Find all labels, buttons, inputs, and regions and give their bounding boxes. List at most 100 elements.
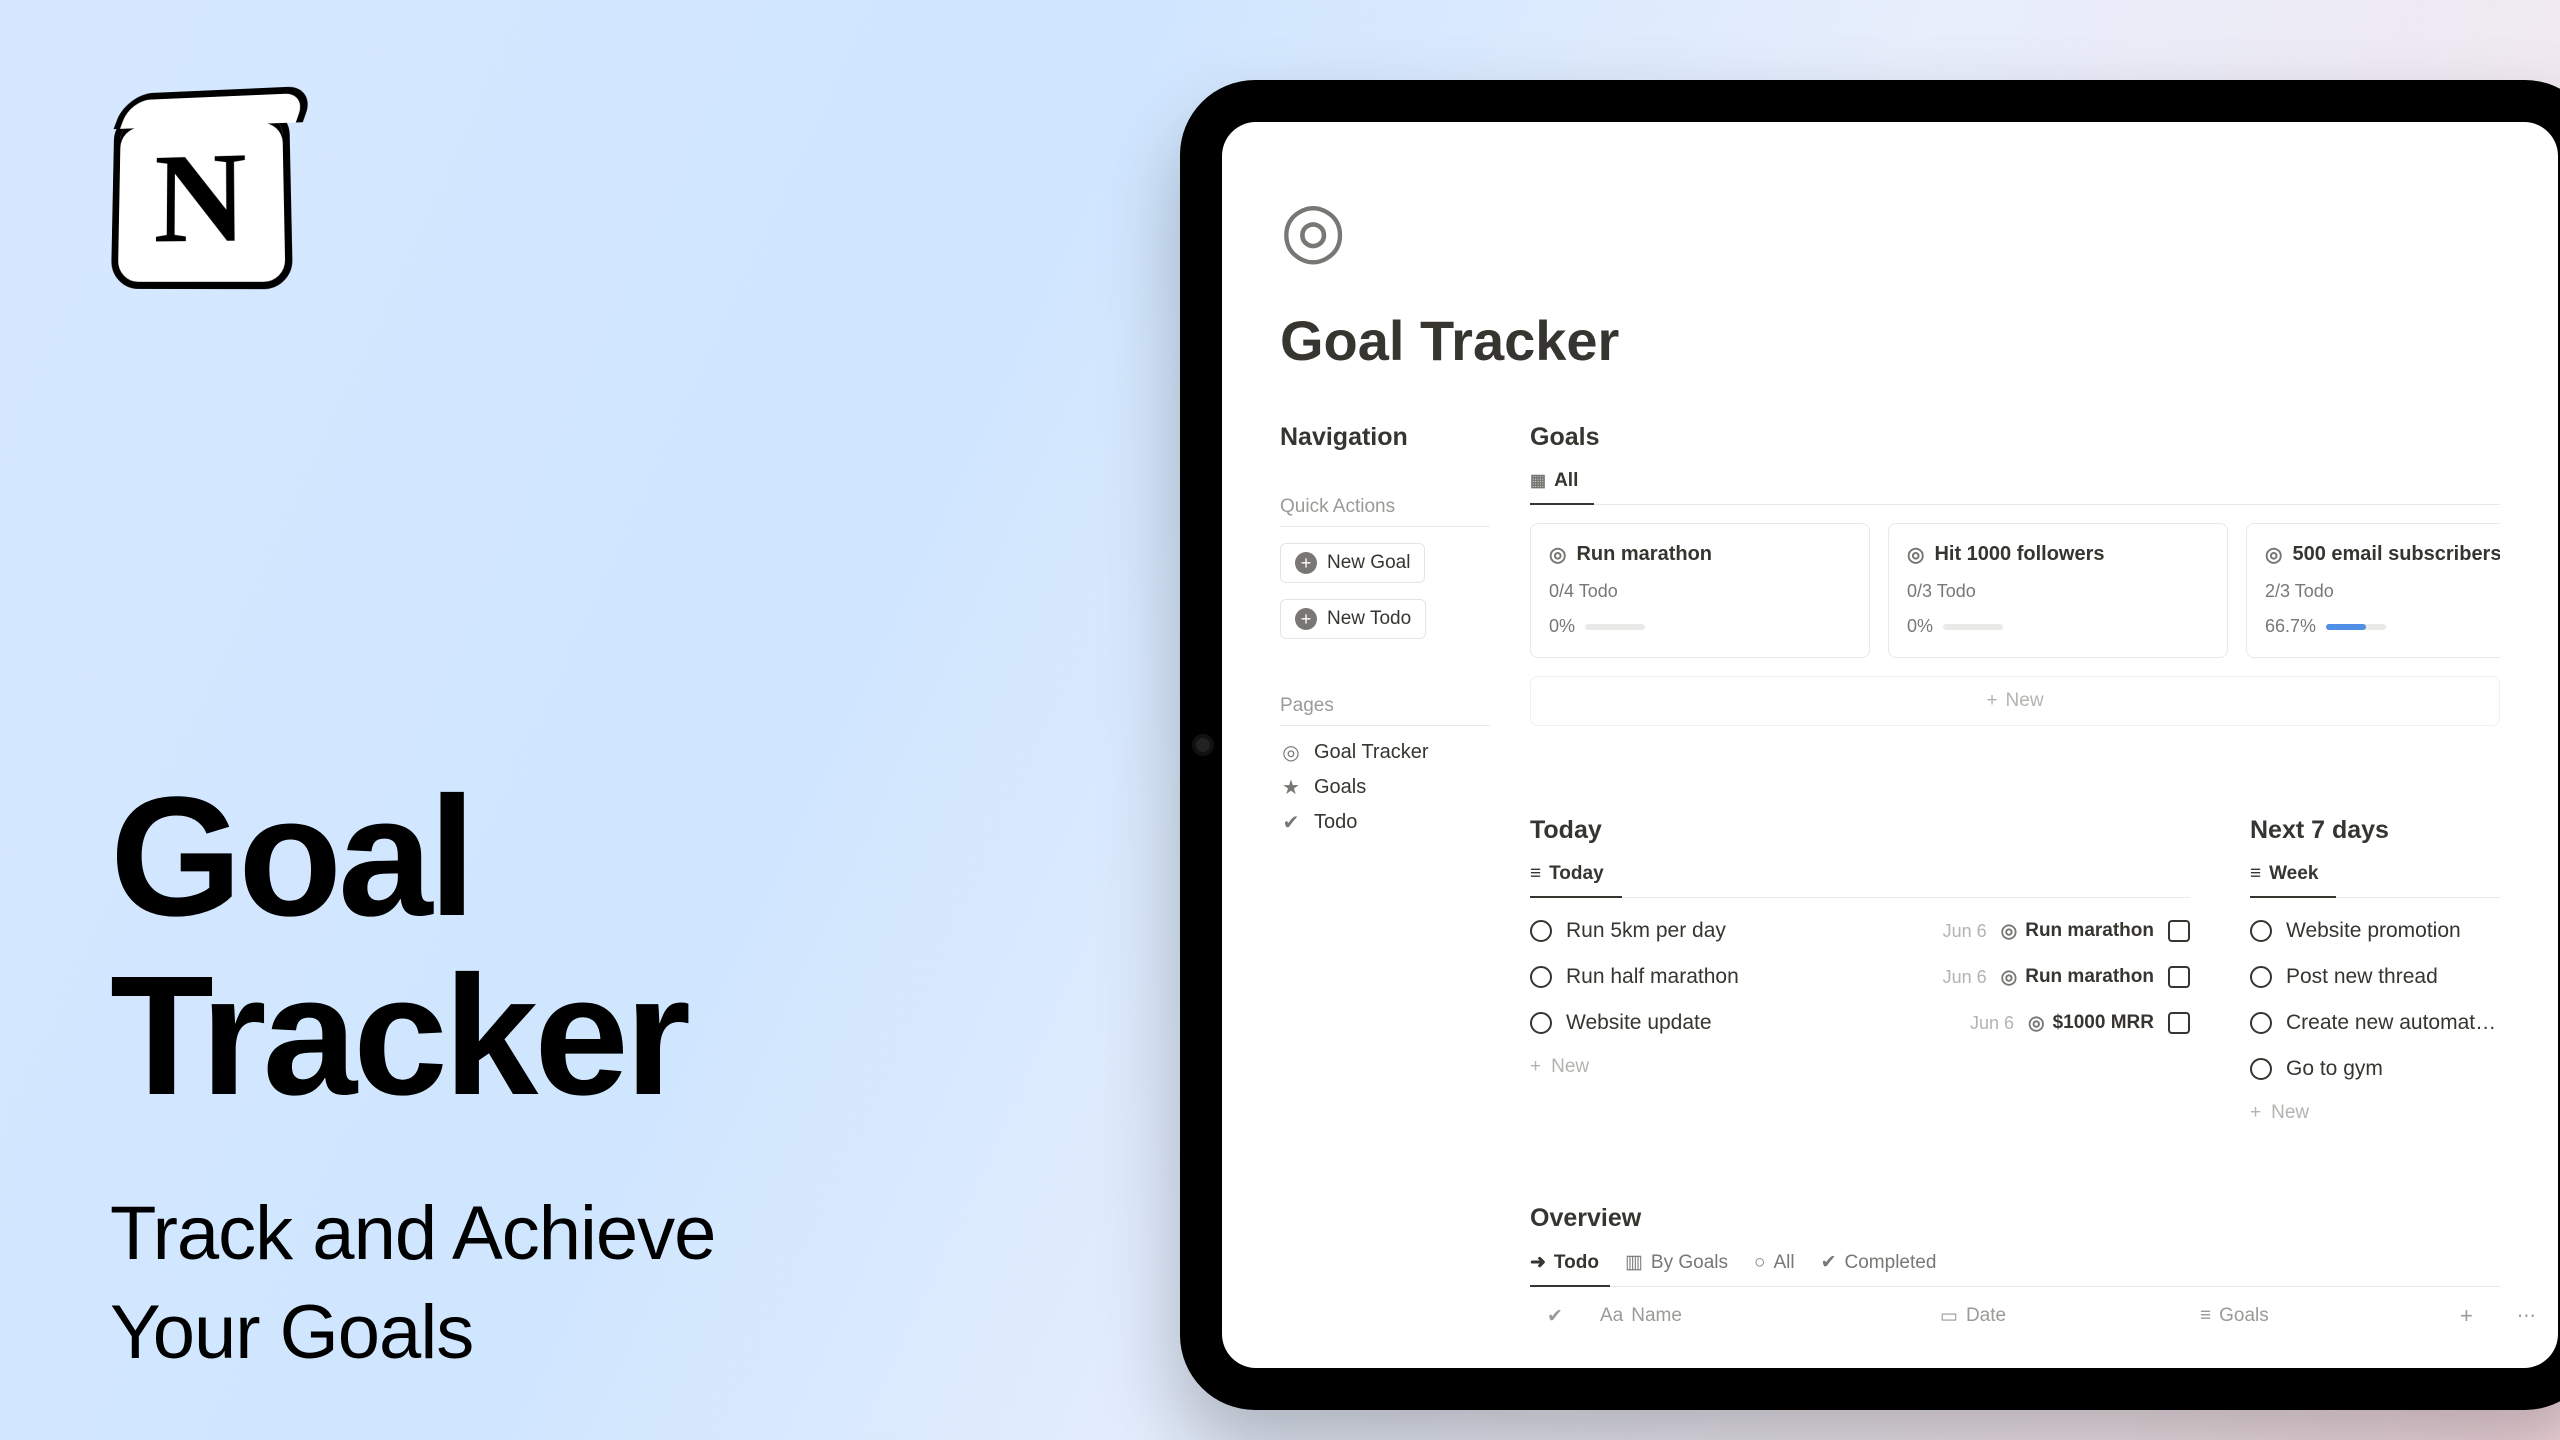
calendar-icon: ▭ xyxy=(1940,1305,1958,1328)
target-icon: ◎ xyxy=(1549,542,1566,567)
sidebar-heading: Navigation xyxy=(1280,423,1490,452)
tab-todo[interactable]: ➜Todo xyxy=(1530,1251,1599,1286)
item-title: Website update xyxy=(1566,1011,1956,1035)
checkbox[interactable] xyxy=(2168,920,2190,942)
goal-cards: ◎Run marathon 0/4 Todo 0% ◎Hit 1000 foll… xyxy=(1530,523,2500,658)
list-item[interactable]: Run half marathon Jun 6 ◎Run marathon xyxy=(1530,954,2190,1000)
item-goal: $1000 MRR xyxy=(2053,1012,2154,1034)
relation-icon: ≡ xyxy=(2200,1305,2211,1327)
new-label: New xyxy=(1551,1056,1589,1078)
target-icon[interactable]: ◎ xyxy=(1280,192,2500,268)
card-title: 500 email subscribers xyxy=(2292,543,2500,566)
item-title: Website promotion xyxy=(2286,919,2500,943)
overview-tabs: ➜Todo ▥By Goals ○All ✔Completed xyxy=(1530,1251,2500,1287)
item-goal: Run marathon xyxy=(2025,966,2154,988)
plus-icon: + xyxy=(2250,1102,2261,1124)
promo-title: Goal Tracker xyxy=(110,768,1110,1125)
next7-heading: Next 7 days xyxy=(2250,816,2500,845)
radio-icon[interactable] xyxy=(1530,1012,1552,1034)
list-item[interactable]: Website promotion xyxy=(2250,908,2500,954)
column-name[interactable]: AaName xyxy=(1600,1305,1920,1327)
promo-panel: N Goal Tracker Track and Achieve Your Go… xyxy=(110,108,1110,1383)
list-icon: ≡ xyxy=(2250,863,2261,885)
today-tabs: ≡ Today xyxy=(1530,863,2190,898)
new-goal-button[interactable]: + New Goal xyxy=(1280,543,1425,583)
target-icon: ◎ xyxy=(1280,740,1302,765)
tablet-screen: ◎ Goal Tracker Navigation Quick Actions … xyxy=(1222,122,2558,1368)
new-today-button[interactable]: + New xyxy=(1530,1046,2190,1088)
button-label: New Todo xyxy=(1327,608,1411,630)
plus-circle-icon: + xyxy=(1295,552,1317,574)
card-title: Run marathon xyxy=(1576,543,1712,566)
more-icon[interactable]: ⋯ xyxy=(2517,1305,2536,1328)
column-status[interactable]: ✔ xyxy=(1530,1305,1580,1328)
tab-label: All xyxy=(1554,470,1578,492)
tab-today[interactable]: ≡ Today xyxy=(1530,863,1604,897)
arrow-icon: ➜ xyxy=(1530,1251,1546,1274)
radio-icon[interactable] xyxy=(1530,966,1552,988)
progress-bar xyxy=(1585,624,1645,630)
goal-card[interactable]: ◎500 email subscribers 2/3 Todo 66.7% xyxy=(2246,523,2500,658)
sidebar-item-label: Goals xyxy=(1314,776,1366,799)
card-subtitle: 2/3 Todo xyxy=(2265,581,2500,602)
quick-actions-label: Quick Actions xyxy=(1280,496,1490,518)
new-goal-card-button[interactable]: + New xyxy=(1530,676,2500,726)
progress-bar xyxy=(2326,624,2386,630)
list-item[interactable]: Create new automation xyxy=(2250,1000,2500,1046)
goal-card[interactable]: ◎Run marathon 0/4 Todo 0% xyxy=(1530,523,1870,658)
circle-icon: ○ xyxy=(1754,1252,1765,1274)
item-date: Jun 6 xyxy=(1943,921,1987,942)
tablet-frame: ◎ Goal Tracker Navigation Quick Actions … xyxy=(1180,80,2560,1410)
target-icon: ◎ xyxy=(2001,920,2018,943)
tab-completed[interactable]: ✔Completed xyxy=(1821,1251,1937,1286)
add-column-button[interactable]: + xyxy=(2460,1303,2473,1329)
tab-all[interactable]: ○All xyxy=(1754,1251,1795,1286)
card-subtitle: 0/3 Todo xyxy=(1907,581,2209,602)
list-item[interactable]: Website update Jun 6 ◎$1000 MRR xyxy=(1530,1000,2190,1046)
card-percent: 0% xyxy=(1907,616,1933,637)
check-icon: ✔ xyxy=(1821,1251,1837,1274)
list-item[interactable]: Go to gym xyxy=(2250,1046,2500,1092)
next7-tabs: ≡ Week xyxy=(2250,863,2500,898)
goal-card[interactable]: ◎Hit 1000 followers 0/3 Todo 0% xyxy=(1888,523,2228,658)
tablet-camera-icon xyxy=(1196,738,1210,752)
column-goals[interactable]: ≡Goals xyxy=(2200,1305,2440,1327)
checkbox[interactable] xyxy=(2168,1012,2190,1034)
today-heading: Today xyxy=(1530,816,2190,845)
next7-list: Website promotion Post new thread Create… xyxy=(2250,908,2500,1134)
tab-all[interactable]: ▦ All xyxy=(1530,470,1586,504)
radio-icon[interactable] xyxy=(2250,1058,2272,1080)
progress-bar xyxy=(1943,624,2003,630)
separator xyxy=(1280,725,1490,726)
tab-by-goals[interactable]: ▥By Goals xyxy=(1625,1251,1728,1286)
list-item[interactable]: Run 5km per day Jun 6 ◎Run marathon xyxy=(1530,908,2190,954)
sidebar-item-goals[interactable]: ★ Goals xyxy=(1280,775,1490,800)
tab-week[interactable]: ≡ Week xyxy=(2250,863,2318,897)
radio-icon[interactable] xyxy=(2250,920,2272,942)
plus-circle-icon: + xyxy=(1295,608,1317,630)
pages-label: Pages xyxy=(1280,695,1490,717)
sidebar-item-goal-tracker[interactable]: ◎ Goal Tracker xyxy=(1280,740,1490,765)
sidebar-item-todo[interactable]: ✔ Todo xyxy=(1280,810,1490,835)
star-icon: ★ xyxy=(1280,775,1302,800)
sidebar: Navigation Quick Actions + New Goal + Ne… xyxy=(1280,423,1490,1329)
list-item[interactable]: Post new thread xyxy=(2250,954,2500,1000)
card-percent: 0% xyxy=(1549,616,1575,637)
item-title: Create new automation xyxy=(2286,1011,2500,1035)
check-icon: ✔ xyxy=(1280,810,1302,835)
column-date[interactable]: ▭Date xyxy=(1940,1305,2180,1328)
radio-icon[interactable] xyxy=(2250,1012,2272,1034)
new-todo-button[interactable]: + New Todo xyxy=(1280,599,1426,639)
main-content: Goals ▦ All ◎Run marathon 0/4 Todo 0% xyxy=(1530,423,2500,1329)
promo-subtitle: Track and Achieve Your Goals xyxy=(110,1185,1110,1383)
overview-heading: Overview xyxy=(1530,1204,2500,1233)
item-date: Jun 6 xyxy=(1970,1013,2014,1034)
new-next7-button[interactable]: + New xyxy=(2250,1092,2500,1134)
checkbox[interactable] xyxy=(2168,966,2190,988)
radio-icon[interactable] xyxy=(1530,920,1552,942)
radio-icon[interactable] xyxy=(2250,966,2272,988)
list-icon: ≡ xyxy=(1530,863,1541,885)
item-title: Go to gym xyxy=(2286,1057,2500,1081)
sidebar-item-label: Todo xyxy=(1314,811,1357,834)
button-label: New Goal xyxy=(1327,552,1410,574)
